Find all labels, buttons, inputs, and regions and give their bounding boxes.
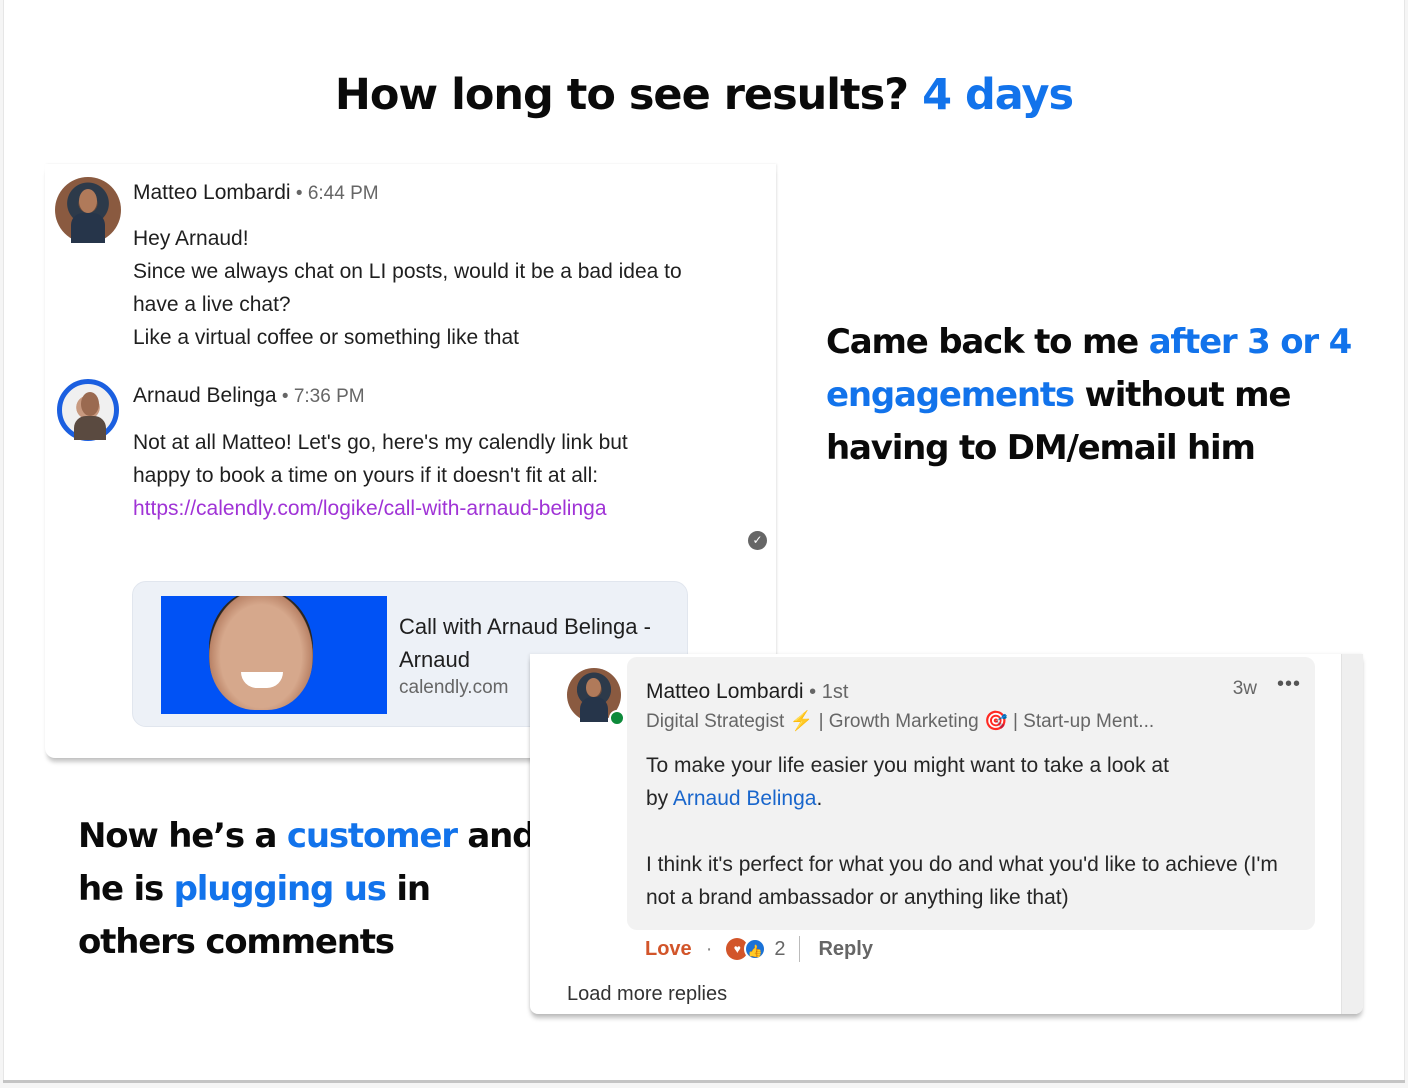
check-circle-icon: ✓ [748, 531, 767, 550]
message-time: 7:36 PM [293, 386, 365, 407]
calendly-link[interactable]: https://calendly.com/logike/call-with-ar… [133, 497, 607, 520]
callout-text: Came back to me [826, 322, 1149, 362]
divider [799, 936, 801, 962]
thumbs-up-icon: 👍 [744, 938, 767, 960]
callout-engagements: Came back to me after 3 or 4 engagements… [826, 316, 1386, 475]
message-body: Not at all Matteo! Let's go, here's my c… [133, 426, 678, 525]
callout-highlight: plugging us [173, 869, 387, 909]
comment-text: by [646, 787, 673, 810]
callout-text: Now he’s a [78, 816, 287, 856]
message-header: Matteo Lombardi • 6:44 PM [133, 181, 379, 205]
callout-highlight: customer [286, 816, 458, 856]
comment-line: by Arnaud Belinga. [646, 782, 1296, 815]
callout-customer: Now he’s a customer and he is plugging u… [78, 810, 538, 969]
online-status-icon [609, 710, 625, 726]
connection-degree: • 1st [803, 681, 849, 703]
preview-image [161, 596, 387, 714]
preview-face [209, 596, 313, 710]
scrollbar[interactable] [1341, 654, 1363, 1014]
message-body: Hey Arnaud! Since we always chat on LI p… [133, 222, 693, 354]
avatar-face [586, 678, 601, 697]
mention-link[interactable]: Arnaud Belinga [673, 787, 817, 810]
comment-line: To make your life easier you might want … [646, 754, 1169, 777]
avatar-matteo[interactable] [55, 177, 121, 243]
message-time: 6:44 PM [307, 183, 379, 204]
separator: • [276, 386, 294, 407]
love-button[interactable]: Love [645, 938, 692, 961]
message-text: Not at all Matteo! Let's go, here's my c… [133, 431, 628, 487]
reactions-summary[interactable]: ♥ 👍 [726, 938, 770, 960]
linkedin-comment-card: Matteo Lombardi • 1st 3w ••• Digital Str… [530, 654, 1363, 1014]
target-icon: 🎯 [984, 711, 1008, 732]
avatar-arnaud[interactable] [57, 379, 119, 441]
more-options-icon[interactable]: ••• [1277, 673, 1301, 696]
sender-name[interactable]: Arnaud Belinga [133, 384, 277, 407]
message-line: Like a virtual coffee or something like … [133, 326, 519, 349]
headline-text: | Growth Marketing [813, 711, 985, 732]
preview-domain: calendly.com [399, 677, 509, 698]
sender-name[interactable]: Matteo Lombardi [133, 181, 291, 204]
comment-text: . [816, 787, 823, 810]
separator: · [705, 937, 713, 960]
headline-text: | Start-up Ment... [1007, 711, 1155, 732]
headline-highlight: 4 days [922, 70, 1074, 120]
page-headline: How long to see results? 4 days [0, 70, 1408, 120]
reply-button[interactable]: Reply [818, 938, 872, 961]
message-header: Arnaud Belinga • 7:36 PM [133, 384, 365, 408]
load-more-replies-button[interactable]: Load more replies [567, 983, 727, 1006]
reaction-count: 2 [774, 937, 786, 960]
author-headline: Digital Strategist ⚡ | Growth Marketing … [646, 709, 1154, 733]
avatar-face [81, 392, 99, 416]
comment-bubble: Matteo Lombardi • 1st 3w ••• Digital Str… [627, 657, 1315, 930]
lightning-icon: ⚡ [789, 711, 814, 732]
avatar-face [79, 189, 97, 213]
avatar-body [74, 416, 106, 440]
comment-avatar[interactable] [567, 668, 625, 726]
message-line: Since we always chat on LI posts, would … [133, 260, 682, 316]
separator: • [290, 183, 308, 204]
message-line: Hey Arnaud! [133, 227, 249, 250]
avatar-body [71, 213, 105, 243]
comment-time: 3w [1232, 678, 1257, 699]
comment-actions: Love · ♥ 👍 2 Reply [645, 936, 873, 962]
headline-text: Digital Strategist [646, 711, 790, 732]
author-name[interactable]: Matteo Lombardi [646, 680, 804, 703]
avatar-body [580, 697, 608, 722]
headline-text: How long to see results? [334, 70, 923, 120]
comment-line: I think it's perfect for what you do and… [646, 853, 1278, 909]
comment-body: To make your life easier you might want … [646, 749, 1296, 914]
comment-author: Matteo Lombardi • 1st [646, 680, 848, 704]
